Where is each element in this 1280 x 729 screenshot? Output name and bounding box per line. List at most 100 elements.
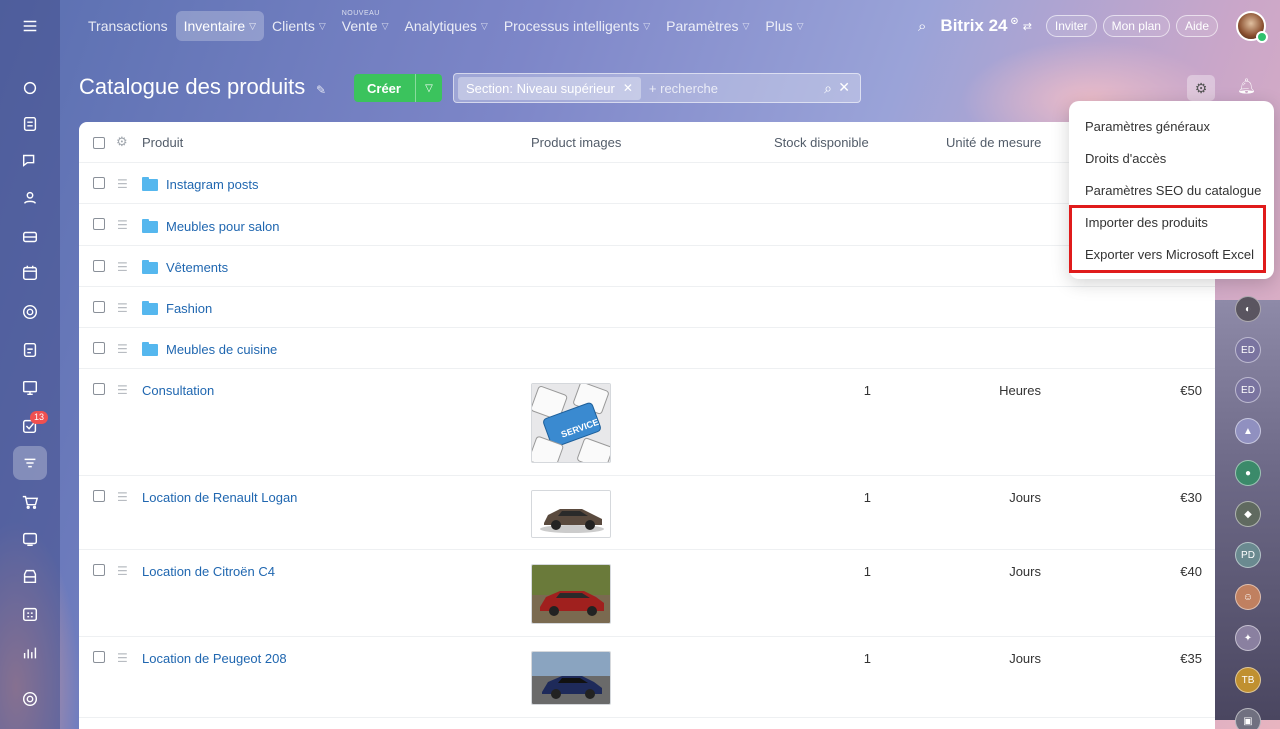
drag-handle-icon[interactable]: ☰ [117,261,129,273]
product-link[interactable]: Location de Peugeot 208 [142,651,287,666]
pin-icon[interactable]: ✎ [316,83,326,97]
drag-handle-icon[interactable]: ☰ [117,302,129,314]
avatar[interactable]: ◐ [1235,296,1261,322]
search-input[interactable] [648,80,799,96]
plan-button[interactable]: Mon plan [1102,15,1170,37]
nav-parametres[interactable]: Paramètres ▽ [658,11,757,41]
product-image[interactable]: SERVICE [531,383,611,463]
avatar[interactable]: PD [1235,542,1261,568]
chat-bubble-icon[interactable] [18,76,42,100]
table-row[interactable]: ☰ Fashion [79,287,1215,328]
folder-link[interactable]: Meubles de cuisine [166,342,277,357]
avatar[interactable]: ▣ [1235,708,1261,729]
folder-link[interactable]: Meubles pour salon [166,219,279,234]
avatar[interactable]: ED [1235,377,1261,403]
help-button[interactable]: Aide [1175,15,1218,37]
inbox-icon[interactable] [18,225,42,249]
table-row[interactable]: ☰ Location de Citroën C4 1 Jours €40 [79,550,1215,637]
table-row[interactable]: ☰ Instagram posts [79,163,1215,204]
inventory-icon[interactable] [13,446,47,480]
feed-icon[interactable] [18,112,42,136]
gear-icon[interactable]: ⚙ [1187,75,1215,101]
product-link[interactable]: Location de Citroën C4 [142,564,275,579]
avatar[interactable]: ◆ [1235,501,1261,527]
menu-item-general-settings[interactable]: Paramètres généraux [1085,119,1210,134]
clear-icon[interactable]: ✕ [838,79,850,96]
documents-icon[interactable] [18,338,42,362]
avatar[interactable]: ☺ [1235,584,1261,610]
row-checkbox[interactable] [93,490,105,502]
filter-tag[interactable]: Section: Niveau supérieur ✕ [458,76,641,100]
nav-vente[interactable]: NOUVEAU Vente ▽ [334,10,397,41]
product-image[interactable] [531,490,611,538]
row-checkbox[interactable] [93,342,105,354]
product-image[interactable] [531,651,611,705]
menu-item-access-rights[interactable]: Droits d'accès [1085,151,1166,166]
gear-icon[interactable]: ⚙ [116,134,128,150]
row-checkbox[interactable] [93,651,105,663]
nav-processus[interactable]: Processus intelligents ▽ [496,11,658,41]
messages-icon[interactable] [18,148,42,172]
menu-item-seo-settings[interactable]: Paramètres SEO du catalogue [1085,183,1261,198]
product-link[interactable]: Location de Renault Logan [142,490,297,505]
avatar[interactable]: ● [1235,460,1261,486]
table-row[interactable]: ☰ Consultation SERVICE 1 Heures €50 [79,369,1215,476]
nav-analytiques[interactable]: Analytiques ▽ [397,11,496,41]
search-icon[interactable]: ⌕ [918,18,926,35]
row-checkbox[interactable] [93,218,105,230]
settings-icon[interactable] [18,687,42,711]
contacts-icon[interactable] [18,186,42,210]
close-icon[interactable]: ✕ [623,81,633,95]
calendar-icon[interactable] [18,261,42,285]
board-icon[interactable] [18,376,42,400]
drag-handle-icon[interactable]: ☰ [117,384,129,396]
column-header-product[interactable]: Produit [142,135,183,150]
table-row[interactable]: ☰ Meubles pour salon [79,204,1215,246]
drag-handle-icon[interactable]: ☰ [117,219,129,231]
column-header-unit[interactable]: Unité de mesure [946,135,1041,150]
toggle-icon[interactable]: ⇄ [1023,20,1032,33]
table-row[interactable]: ☰ Meubles de cuisine [79,328,1215,369]
bell-icon[interactable]: 🔔︎ [1237,77,1256,95]
search-icon[interactable]: ⌕ [824,80,832,97]
nav-clients[interactable]: Clients ▽ [264,11,334,41]
avatar[interactable]: ▲ [1235,418,1261,444]
product-link[interactable]: Consultation [142,383,214,398]
nav-transactions[interactable]: Transactions [80,11,176,41]
row-checkbox[interactable] [93,564,105,576]
column-header-images[interactable]: Product images [531,135,621,150]
crm-icon[interactable] [18,527,42,551]
filter-search-box[interactable]: Section: Niveau supérieur ✕ ⌕ ✕ [453,73,861,103]
avatar[interactable]: ED [1235,337,1261,363]
invite-button[interactable]: Inviter [1045,15,1097,37]
nav-inventaire[interactable]: Inventaire ▽ [175,11,265,41]
row-checkbox[interactable] [93,260,105,272]
table-row[interactable]: ☰ Location de Peugeot 208 1 Jours €35 [79,637,1215,718]
user-avatar[interactable] [1236,11,1268,43]
table-row[interactable]: ☰ Vêtements [79,246,1215,287]
select-all-checkbox[interactable] [93,137,105,149]
analytics-icon[interactable] [18,641,42,665]
cart-icon[interactable] [18,490,42,514]
drag-handle-icon[interactable]: ☰ [117,652,129,664]
drag-handle-icon[interactable]: ☰ [117,491,129,503]
sites-icon[interactable] [18,300,42,324]
table-row[interactable]: ☰ Location de Renault Logan 1 Jours €30 [79,476,1215,550]
store-icon[interactable] [18,564,42,588]
drag-handle-icon[interactable]: ☰ [117,565,129,577]
drag-handle-icon[interactable]: ☰ [117,178,129,190]
drag-handle-icon[interactable]: ☰ [117,343,129,355]
planner-icon[interactable] [18,602,42,626]
folder-link[interactable]: Vêtements [166,260,228,275]
row-checkbox[interactable] [93,177,105,189]
product-image[interactable] [531,564,611,624]
folder-link[interactable]: Fashion [166,301,212,316]
nav-plus[interactable]: Plus ▽ [757,11,811,41]
folder-link[interactable]: Instagram posts [166,177,259,192]
chevron-down-icon[interactable]: ▽ [416,83,442,94]
column-header-stock[interactable]: Stock disponible [774,135,869,150]
row-checkbox[interactable] [93,383,105,395]
menu-icon[interactable] [18,14,42,38]
avatar[interactable]: ✦ [1235,625,1261,651]
row-checkbox[interactable] [93,301,105,313]
